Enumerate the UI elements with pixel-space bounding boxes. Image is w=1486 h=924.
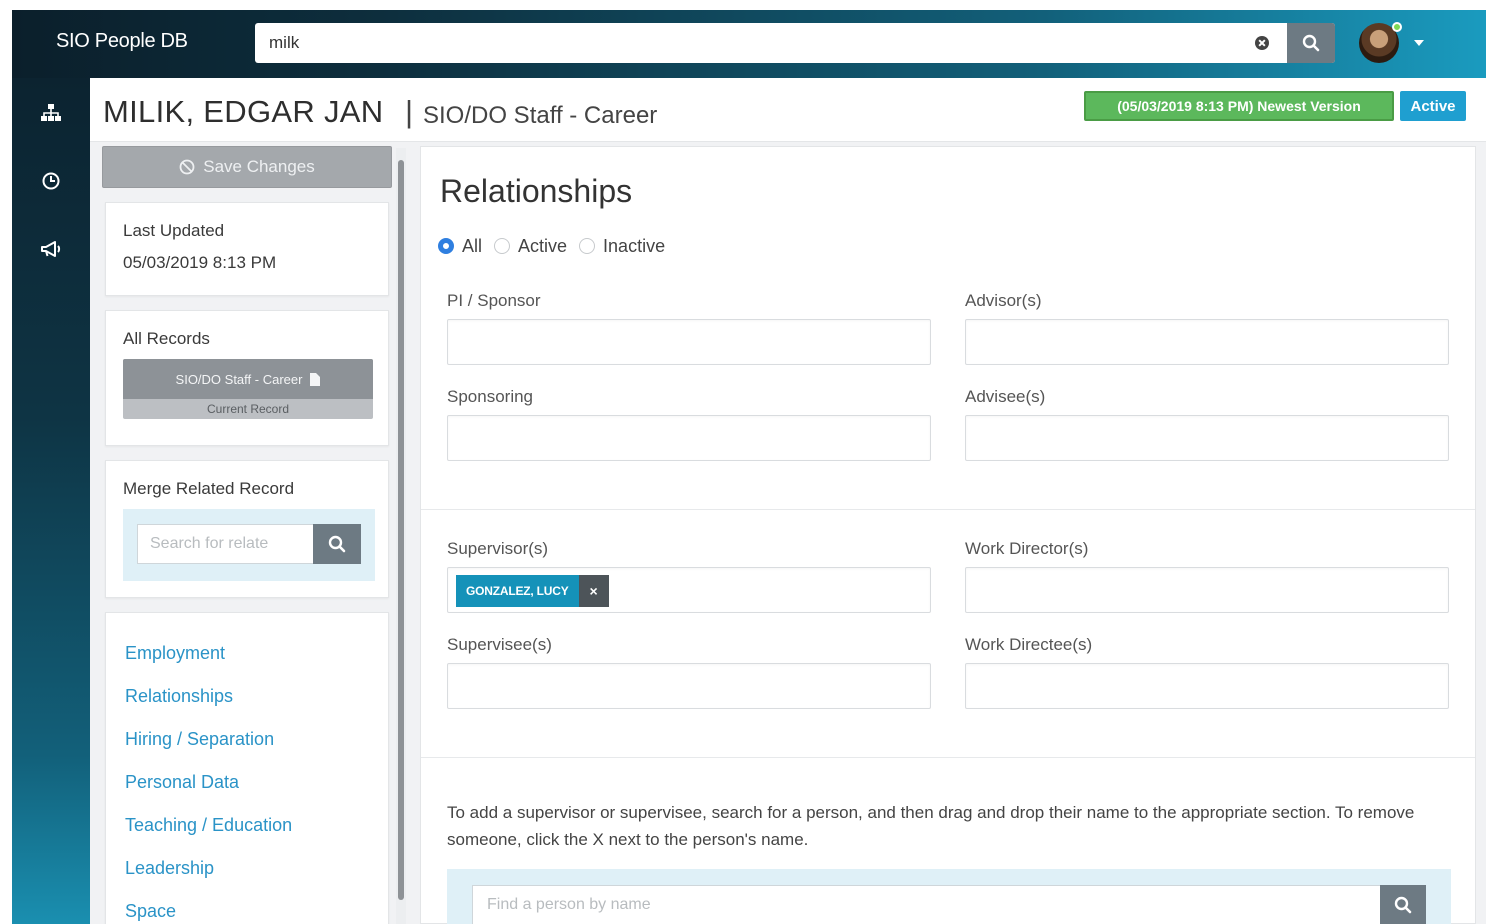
global-search-button[interactable] xyxy=(1287,23,1335,63)
supervisees-label: Supervisee(s) xyxy=(447,635,552,654)
filter-all-label[interactable]: All xyxy=(462,236,482,257)
last-updated-value: 05/03/2019 8:13 PM xyxy=(123,253,277,272)
sponsoring-dropzone[interactable] xyxy=(447,415,931,461)
search-icon xyxy=(1394,896,1412,914)
icon-sidebar xyxy=(12,78,90,924)
clear-circle-icon[interactable] xyxy=(1255,36,1269,50)
panel-title: Relationships xyxy=(440,173,633,209)
merge-search-button[interactable] xyxy=(313,524,361,564)
global-search-input[interactable] xyxy=(255,23,1287,63)
record-title-row: SIO/DO Staff - Career xyxy=(123,359,373,399)
pi-sponsor-dropzone[interactable] xyxy=(447,319,931,365)
help-text: To add a supervisor or supervisee, searc… xyxy=(447,803,1415,849)
advisees-label: Advisee(s) xyxy=(965,387,1046,406)
relationships-panel: Relationships All Active Inactive PI / S… xyxy=(420,146,1476,924)
person-name: MILIK, EDGAR JAN xyxy=(103,94,384,129)
section-divider xyxy=(421,509,1475,510)
last-updated-card: Last Updated 05/03/2019 8:13 PM xyxy=(105,202,389,296)
clock-history-icon[interactable] xyxy=(40,170,62,192)
work-directors-dropzone[interactable] xyxy=(965,567,1449,613)
filter-active-label[interactable]: Active xyxy=(518,236,567,257)
remove-supervisor-button[interactable]: × xyxy=(578,575,609,607)
supervisor-tag[interactable]: GONZALEZ, LUCY × xyxy=(456,575,609,607)
all-records-card: All Records SIO/DO Staff - Career Curren… xyxy=(105,310,389,446)
record-role: SIO/DO Staff - Career xyxy=(423,102,658,129)
merge-search-input[interactable] xyxy=(137,524,313,564)
global-search xyxy=(255,23,1335,63)
online-status-dot xyxy=(1392,22,1402,32)
file-icon xyxy=(310,372,321,386)
nav-link-space[interactable]: Space xyxy=(125,901,176,922)
advisors-label: Advisor(s) xyxy=(965,291,1042,310)
status-badge: Active xyxy=(1400,91,1466,121)
find-person-button[interactable] xyxy=(1380,885,1426,924)
nav-link-teaching-education[interactable]: Teaching / Education xyxy=(125,815,292,836)
merge-record-card: Merge Related Record xyxy=(105,460,389,598)
record-title: SIO/DO Staff - Career xyxy=(175,371,303,387)
record-header: MILIK, EDGAR JAN | SIO/DO Staff - Career… xyxy=(90,78,1486,142)
find-person-input[interactable] xyxy=(472,885,1380,924)
ban-icon xyxy=(179,159,195,175)
advisees-dropzone[interactable] xyxy=(965,415,1449,461)
app-brand[interactable]: SIO People DB xyxy=(56,30,188,53)
nav-link-personal-data[interactable]: Personal Data xyxy=(125,772,239,793)
save-changes-label: Save Changes xyxy=(203,157,315,176)
section-divider xyxy=(421,757,1475,758)
work-directees-label: Work Directee(s) xyxy=(965,635,1093,654)
megaphone-icon[interactable] xyxy=(40,238,62,260)
nav-link-employment[interactable]: Employment xyxy=(125,643,225,664)
find-person-box xyxy=(447,869,1451,924)
supervisees-dropzone[interactable] xyxy=(447,663,931,709)
network-icon[interactable] xyxy=(40,102,62,124)
supervisor-tag-name[interactable]: GONZALEZ, LUCY xyxy=(456,575,579,607)
search-icon xyxy=(328,535,346,553)
sponsoring-label: Sponsoring xyxy=(447,387,534,406)
current-record-button[interactable]: SIO/DO Staff - Career Current Record xyxy=(123,359,373,419)
nav-link-hiring-separation[interactable]: Hiring / Separation xyxy=(125,729,274,750)
filter-inactive-label[interactable]: Inactive xyxy=(603,236,665,257)
header-separator: | xyxy=(405,94,414,129)
search-icon xyxy=(1302,34,1320,52)
pi-sponsor-label: PI / Sponsor xyxy=(447,291,541,310)
advisors-dropzone[interactable] xyxy=(965,319,1449,365)
all-records-label: All Records xyxy=(123,329,210,348)
nav-link-relationships[interactable]: Relationships xyxy=(125,686,233,707)
version-badge: (05/03/2019 8:13 PM) Newest Version xyxy=(1084,91,1394,121)
chevron-down-icon[interactable] xyxy=(1414,40,1424,46)
merge-record-label: Merge Related Record xyxy=(123,479,295,498)
filter-inactive-radio[interactable] xyxy=(579,238,596,254)
last-updated-label: Last Updated xyxy=(123,221,225,240)
supervisors-label: Supervisor(s) xyxy=(447,539,549,558)
nav-link-leadership[interactable]: Leadership xyxy=(125,858,214,879)
left-column: Save Changes Last Updated 05/03/2019 8:1… xyxy=(102,146,392,924)
left-scrollbar-thumb[interactable] xyxy=(398,160,404,900)
app-frame: SIO People DB milk MILIK, EDGAR JAN | SI… xyxy=(12,10,1486,924)
section-nav-card: Employment Relationships Hiring / Separa… xyxy=(105,612,389,924)
merge-search-box xyxy=(123,509,375,581)
supervisors-dropzone[interactable]: GONZALEZ, LUCY × xyxy=(447,567,931,613)
filter-active-radio[interactable] xyxy=(494,238,511,254)
top-navbar: SIO People DB xyxy=(12,10,1486,78)
relationship-filter: All Active Inactive xyxy=(438,236,677,256)
work-directees-dropzone[interactable] xyxy=(965,663,1449,709)
filter-all-radio[interactable] xyxy=(438,238,454,254)
record-subtitle: Current Record xyxy=(206,402,290,416)
save-changes-button[interactable]: Save Changes xyxy=(102,146,392,188)
work-directors-label: Work Director(s) xyxy=(965,539,1089,558)
